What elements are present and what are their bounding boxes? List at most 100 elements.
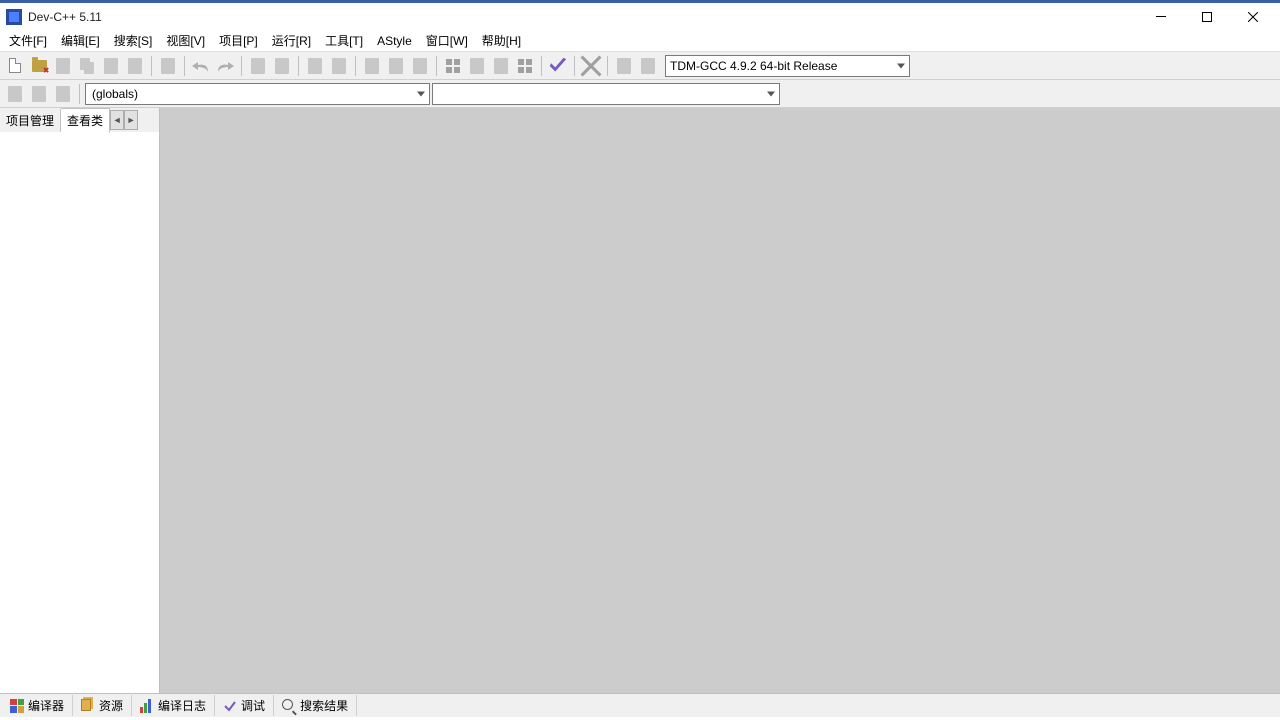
separator xyxy=(151,56,152,76)
goto-impl-button[interactable] xyxy=(52,83,74,105)
menu-project[interactable]: 项目[P] xyxy=(212,30,265,51)
new-file-icon xyxy=(9,58,21,73)
member-select[interactable] xyxy=(432,83,780,105)
editor-area[interactable] xyxy=(160,108,1280,693)
menu-view[interactable]: 视图[V] xyxy=(159,30,212,51)
log-icon xyxy=(140,699,154,713)
status-search-results-label: 搜索结果 xyxy=(300,697,348,714)
delete-profile-icon xyxy=(641,58,655,74)
rebuild-button[interactable] xyxy=(514,55,536,77)
print-icon xyxy=(161,58,175,74)
open-button[interactable] xyxy=(28,55,50,77)
menu-bar: 文件[F] 编辑[E] 搜索[S] 视图[V] 项目[P] 运行[R] 工具[T… xyxy=(0,30,1280,52)
resources-icon xyxy=(81,699,95,713)
goto-button[interactable] xyxy=(328,55,350,77)
separator xyxy=(541,56,542,76)
tab-project-manager[interactable]: 项目管理 xyxy=(0,109,61,132)
chevron-down-icon xyxy=(897,63,905,68)
rebuild-icon xyxy=(518,59,532,73)
debug-button[interactable] xyxy=(547,55,569,77)
new-class-button[interactable] xyxy=(4,83,26,105)
bookmark-button[interactable] xyxy=(409,55,431,77)
menu-file[interactable]: 文件[F] xyxy=(2,30,54,51)
title-bar: Dev-C++ 5.11 xyxy=(0,0,1280,30)
menu-help[interactable]: 帮助[H] xyxy=(475,30,528,51)
save-button[interactable] xyxy=(52,55,74,77)
compile-run-button[interactable] xyxy=(490,55,512,77)
goto-impl-icon xyxy=(56,86,70,102)
redo-button[interactable] xyxy=(214,55,236,77)
goto-decl-button[interactable] xyxy=(28,83,50,105)
separator xyxy=(79,84,80,104)
compiler-select-value: TDM-GCC 4.9.2 64-bit Release xyxy=(670,59,837,73)
status-debug-label: 调试 xyxy=(241,697,265,714)
tab-scroll-left[interactable]: ◄ xyxy=(110,110,124,130)
status-tab-debug[interactable]: 调试 xyxy=(215,695,274,716)
debug-icon xyxy=(223,699,237,713)
find-button[interactable] xyxy=(247,55,269,77)
open-icon xyxy=(32,60,47,72)
tab-scroll-right[interactable]: ► xyxy=(124,110,138,130)
scope-select[interactable]: (globals) xyxy=(85,83,430,105)
menu-window[interactable]: 窗口[W] xyxy=(419,30,475,51)
status-tab-resources[interactable]: 资源 xyxy=(73,695,132,716)
maximize-button[interactable] xyxy=(1184,3,1230,30)
separator xyxy=(184,56,185,76)
close-button[interactable] xyxy=(1230,3,1276,30)
separator xyxy=(355,56,356,76)
compiler-select[interactable]: TDM-GCC 4.9.2 64-bit Release xyxy=(665,55,910,77)
back-icon xyxy=(365,58,379,74)
save-as-button[interactable] xyxy=(100,55,122,77)
find-in-files-button[interactable] xyxy=(304,55,326,77)
status-compile-log-label: 编译日志 xyxy=(158,697,206,714)
undo-button[interactable] xyxy=(190,55,212,77)
status-resources-label: 资源 xyxy=(99,697,123,714)
menu-search[interactable]: 搜索[S] xyxy=(107,30,160,51)
x-icon xyxy=(580,55,602,77)
main-area: 项目管理 查看类 ◄ ► xyxy=(0,108,1280,693)
print-button[interactable] xyxy=(157,55,179,77)
close-file-icon xyxy=(128,58,142,74)
status-bar: 编译器 资源 编译日志 调试 搜索结果 xyxy=(0,693,1280,717)
profile-button[interactable] xyxy=(613,55,635,77)
run-exe-button[interactable] xyxy=(466,55,488,77)
chevron-down-icon xyxy=(767,91,775,96)
delete-profile-button[interactable] xyxy=(637,55,659,77)
run-icon xyxy=(470,58,484,74)
stop-button[interactable] xyxy=(580,55,602,77)
chevron-down-icon xyxy=(417,91,425,96)
status-tab-search-results[interactable]: 搜索结果 xyxy=(274,695,357,716)
save-icon xyxy=(56,58,70,74)
menu-edit[interactable]: 编辑[E] xyxy=(54,30,107,51)
goto-icon xyxy=(332,58,346,74)
tab-class-view[interactable]: 查看类 xyxy=(61,108,110,133)
back-button[interactable] xyxy=(361,55,383,77)
status-tab-compile-log[interactable]: 编译日志 xyxy=(132,695,215,716)
save-all-icon xyxy=(80,58,94,74)
menu-astyle[interactable]: AStyle xyxy=(370,32,419,50)
compile-run-icon xyxy=(494,58,508,74)
app-icon xyxy=(6,9,22,25)
close-file-button[interactable] xyxy=(124,55,146,77)
status-tab-compiler[interactable]: 编译器 xyxy=(2,695,73,716)
class-browser-toolbar: (globals) xyxy=(0,80,1280,108)
compile-button[interactable] xyxy=(442,55,464,77)
forward-button[interactable] xyxy=(385,55,407,77)
menu-run[interactable]: 运行[R] xyxy=(265,30,318,51)
separator xyxy=(607,56,608,76)
minimize-button[interactable] xyxy=(1138,3,1184,30)
check-icon xyxy=(547,55,569,77)
sidebar-tabs: 项目管理 查看类 ◄ ► xyxy=(0,108,159,132)
main-toolbar: TDM-GCC 4.9.2 64-bit Release xyxy=(0,52,1280,80)
separator xyxy=(298,56,299,76)
find-icon xyxy=(251,58,265,74)
replace-button[interactable] xyxy=(271,55,293,77)
save-all-button[interactable] xyxy=(76,55,98,77)
menu-tools[interactable]: 工具[T] xyxy=(318,30,370,51)
separator xyxy=(436,56,437,76)
scope-select-value: (globals) xyxy=(92,87,138,101)
bookmark-icon xyxy=(413,58,427,74)
sidebar-panel xyxy=(0,132,159,693)
new-file-button[interactable] xyxy=(4,55,26,77)
goto-decl-icon xyxy=(32,86,46,102)
